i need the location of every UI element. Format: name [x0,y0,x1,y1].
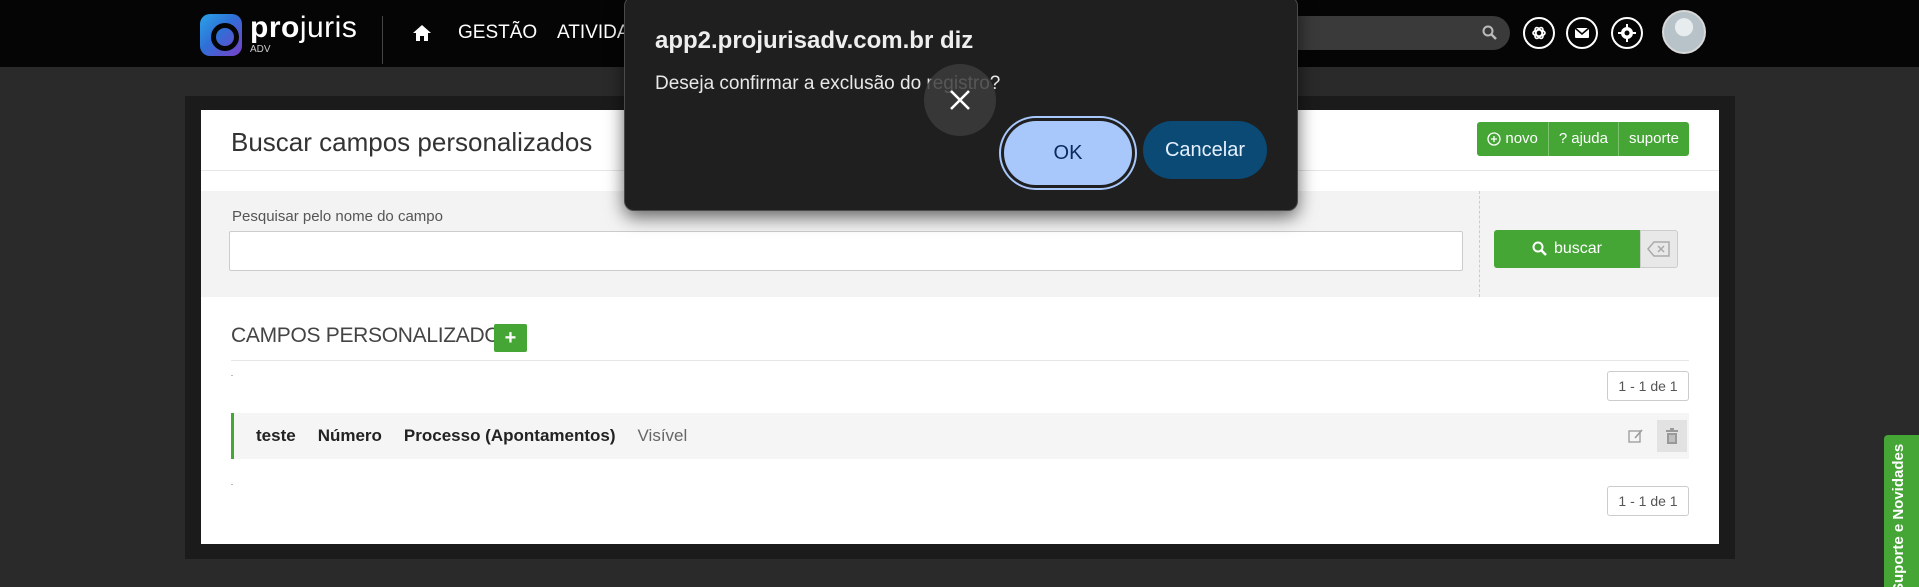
plus-circle-icon [1487,132,1502,146]
dialog-title: app2.projurisadv.com.br diz [655,27,974,54]
page-title: Buscar campos personalizados [231,127,593,157]
nav-item-gestao[interactable]: GESTÃO [458,22,537,44]
buscar-label: buscar [1553,240,1603,257]
projuris-logo[interactable]: projuris ADV [200,11,358,56]
search-icon [1532,241,1547,256]
panel-divider [1479,191,1480,297]
novo-label: novo [1505,130,1538,147]
pagination-bottom[interactable]: 1 - 1 de 1 [1607,486,1689,516]
list-marker [231,484,233,485]
question-icon: ? [1558,130,1568,147]
ajuda-label: ajuda [1571,130,1608,147]
ok-button[interactable]: OK [1004,121,1132,185]
trash-icon[interactable] [1657,420,1687,452]
header-button-group: novo ? ajuda suporte [1477,122,1689,156]
list-marker [231,375,233,376]
row-actions [1621,420,1687,452]
buscar-button[interactable]: buscar [1494,230,1640,268]
ajuda-button[interactable]: ? ajuda [1548,122,1619,156]
search-icon[interactable] [1482,25,1498,41]
novo-button[interactable]: novo [1477,122,1549,156]
nav-divider [382,16,383,64]
support-news-tab[interactable]: Suporte e Novidades [1884,435,1919,587]
openai-icon[interactable] [1523,17,1555,49]
field-type: Número [317,426,382,445]
cancel-button[interactable]: Cancelar [1143,121,1267,179]
logo-subtitle: ADV [250,44,271,55]
field-name: teste [256,426,296,445]
mail-icon[interactable] [1566,17,1598,49]
table-row[interactable]: teste Número Processo (Apontamentos) Vis… [231,413,1689,459]
support-news-label: Suporte e Novidades [1890,443,1907,587]
close-icon[interactable] [924,64,996,136]
field-visibility: Visível [637,426,688,445]
edit-icon[interactable] [1621,420,1651,452]
search-field-label: Pesquisar pelo nome do campo [232,208,443,225]
logo-mark-icon [200,14,242,56]
search-field-input[interactable] [229,231,1463,271]
suporte-label: suporte [1628,130,1679,147]
backspace-icon [1647,241,1670,257]
field-entity: Processo (Apontamentos) [403,426,616,445]
user-avatar[interactable] [1662,10,1706,54]
logo-name: projuris [250,11,358,44]
add-field-button[interactable]: + [494,324,527,352]
section-divider [231,360,1689,361]
nav-item-atividades[interactable]: ATIVIDA [557,22,630,44]
suporte-button[interactable]: suporte [1618,122,1689,156]
clear-search-button[interactable] [1640,230,1678,268]
confirm-dialog: app2.projurisadv.com.br diz Deseja confi… [624,0,1298,211]
settings-icon[interactable] [1611,17,1643,49]
section-title: CAMPOS PERSONALIZADOS [231,324,515,347]
home-icon[interactable] [412,23,432,43]
pagination-top[interactable]: 1 - 1 de 1 [1607,371,1689,401]
